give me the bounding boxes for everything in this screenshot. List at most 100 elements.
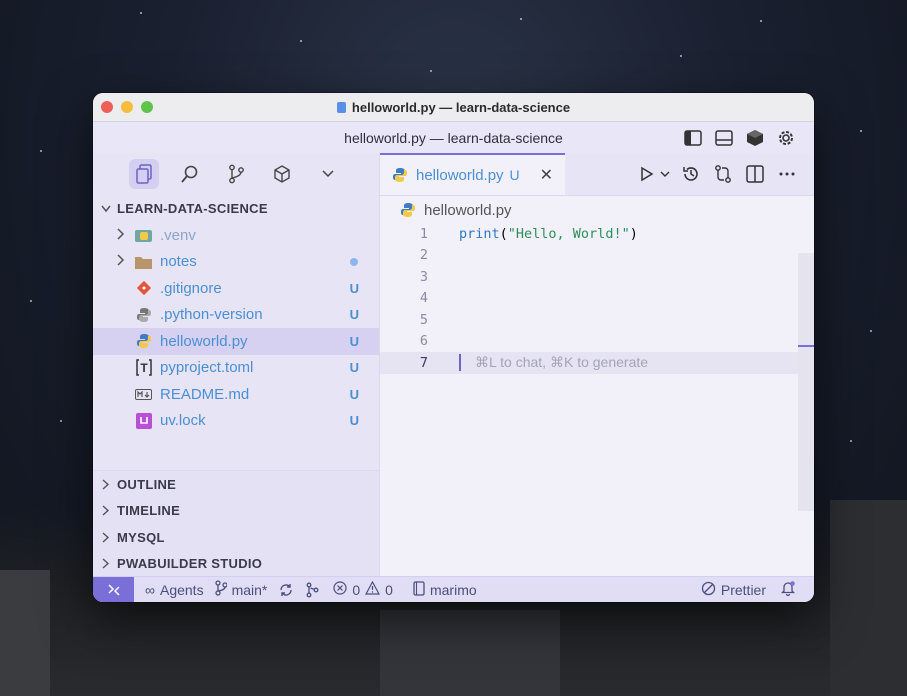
zoom-window-button[interactable] xyxy=(141,101,153,113)
git-status-badge: U xyxy=(349,333,359,349)
timeline-section-header[interactable]: TIMELINE xyxy=(93,498,379,525)
command-center[interactable]: helloworld.py — learn-data-science xyxy=(344,130,563,146)
python-icon xyxy=(392,167,408,183)
more-actions-icon[interactable] xyxy=(776,163,798,185)
agents-status[interactable]: ∞ Agents xyxy=(145,582,204,598)
chevron-right-icon xyxy=(117,254,125,269)
mysql-section-header[interactable]: MYSQL xyxy=(93,524,379,551)
sidebar-bottom-sections: OUTLINE TIMELINE MYSQL PWABUILDER STUDIO xyxy=(93,470,379,577)
outline-section-header[interactable]: OUTLINE xyxy=(93,471,379,498)
git-status-badge: U xyxy=(349,307,359,323)
close-window-button[interactable] xyxy=(101,101,113,113)
tree-item-label: pyproject.toml xyxy=(160,359,254,377)
editor-area: helloworld.py U ✕ helloworld.py 1 print(… xyxy=(380,153,814,577)
sync-icon[interactable] xyxy=(278,582,294,598)
code-token: ( xyxy=(499,225,508,242)
tree-item-label: .gitignore xyxy=(160,279,222,297)
folder-icon xyxy=(135,253,152,270)
code-line: 3 xyxy=(380,266,814,288)
tree-item-helloworld[interactable]: helloworld.py U xyxy=(93,328,379,355)
source-control-icon[interactable] xyxy=(221,159,251,189)
tab-status-badge: U xyxy=(509,167,520,183)
warning-icon xyxy=(365,580,381,598)
timeline-history-icon[interactable] xyxy=(680,163,702,185)
tree-item-uv-lock[interactable]: uv.lock U xyxy=(93,408,379,435)
settings-gear-icon[interactable] xyxy=(776,128,796,148)
explorer-section-header[interactable]: LEARN-DATA-SCIENCE xyxy=(93,195,379,222)
toggle-sidebar-icon[interactable] xyxy=(683,128,703,148)
extension-cube-icon[interactable] xyxy=(745,128,765,148)
scrollbar-cursor-marker xyxy=(798,345,814,347)
code-token: ) xyxy=(629,225,638,242)
split-editor-icon[interactable] xyxy=(744,163,766,185)
explorer-icon[interactable] xyxy=(129,159,159,189)
tree-item-label: README.md xyxy=(160,385,250,403)
python-gray-icon xyxy=(135,306,152,323)
code-line: 2 xyxy=(380,245,814,267)
tree-item-venv[interactable]: .venv xyxy=(93,222,379,249)
breadcrumb[interactable]: helloworld.py xyxy=(380,196,814,224)
run-play-icon[interactable] xyxy=(636,163,658,185)
git-graph-icon[interactable] xyxy=(305,582,319,598)
run-options-chevron-down-icon[interactable] xyxy=(660,163,670,185)
chevron-right-icon xyxy=(99,505,113,516)
git-status-badge: U xyxy=(349,280,359,296)
extensions-box-icon[interactable] xyxy=(267,159,297,189)
modified-dot xyxy=(350,257,358,266)
tree-item-notes[interactable]: notes xyxy=(93,249,379,276)
remote-indicator-icon[interactable] xyxy=(93,577,134,602)
code-line: 4 xyxy=(380,288,814,310)
git-icon xyxy=(135,280,152,297)
chevron-right-icon xyxy=(99,479,113,490)
python-icon xyxy=(400,202,416,218)
chevron-right-icon xyxy=(99,532,113,543)
explorer-section-title: LEARN-DATA-SCIENCE xyxy=(117,201,268,216)
editor-window: helloworld.py — learn-data-science hello… xyxy=(93,93,814,602)
line-number: 6 xyxy=(419,333,428,350)
kernel-status[interactable]: marimo xyxy=(413,580,477,599)
current-code-line: 7 ⌘L to chat, ⌘K to generate xyxy=(380,352,814,374)
more-views-chevron-down-icon[interactable] xyxy=(313,159,343,189)
prettier-disabled-icon xyxy=(701,581,716,599)
sidebar: LEARN-DATA-SCIENCE .venv notes .gitignor… xyxy=(93,153,380,577)
code-token: print xyxy=(459,225,500,242)
tree-item-label: .venv xyxy=(160,226,196,244)
branch-label: main* xyxy=(231,581,268,598)
search-icon[interactable] xyxy=(175,159,205,189)
kernel-label: marimo xyxy=(429,581,477,598)
tree-item-label: .python-version xyxy=(160,306,263,324)
tree-item-readme[interactable]: README.md U xyxy=(93,381,379,408)
line-number: 4 xyxy=(419,290,428,307)
tree-item-gitignore[interactable]: .gitignore U xyxy=(93,275,379,302)
ai-hint-text: ⌘L to chat, ⌘K to generate xyxy=(475,354,649,371)
git-status-badge: U xyxy=(349,360,359,376)
vertical-scrollbar[interactable] xyxy=(798,253,814,511)
infinity-icon: ∞ xyxy=(145,581,155,598)
error-icon xyxy=(333,581,347,598)
git-branch-icon xyxy=(214,580,228,599)
compare-changes-icon[interactable] xyxy=(712,163,734,185)
close-tab-icon[interactable]: ✕ xyxy=(540,165,553,185)
code-editor[interactable]: 1 print("Hello, World!") 2 3 4 5 6 7 ⌘L … xyxy=(380,223,814,374)
branch-status[interactable]: main* xyxy=(214,580,268,599)
tree-item-python-version[interactable]: .python-version U xyxy=(93,302,379,329)
chevron-down-icon xyxy=(99,205,113,213)
line-number: 7 xyxy=(419,354,428,371)
svg-text:T: T xyxy=(140,361,148,375)
toggle-panel-icon[interactable] xyxy=(714,128,734,148)
tab-helloworld[interactable]: helloworld.py U ✕ xyxy=(380,153,565,195)
notebook-icon xyxy=(413,580,425,599)
tab-bar: helloworld.py U ✕ xyxy=(380,153,814,196)
tree-item-label: uv.lock xyxy=(160,412,206,430)
formatter-status[interactable]: Prettier xyxy=(701,581,766,599)
problems-status[interactable]: 0 0 xyxy=(333,580,393,598)
minimize-window-button[interactable] xyxy=(121,101,133,113)
tab-label: helloworld.py xyxy=(416,166,504,184)
pwabuilder-section-header[interactable]: PWABUILDER STUDIO xyxy=(93,551,379,578)
toml-icon: T xyxy=(135,359,152,376)
code-token: "Hello, World!" xyxy=(507,225,630,242)
notifications-bell-icon[interactable] xyxy=(780,580,796,599)
tree-item-label: helloworld.py xyxy=(160,332,248,350)
section-title: OUTLINE xyxy=(117,476,177,492)
tree-item-pyproject[interactable]: T pyproject.toml U xyxy=(93,355,379,382)
